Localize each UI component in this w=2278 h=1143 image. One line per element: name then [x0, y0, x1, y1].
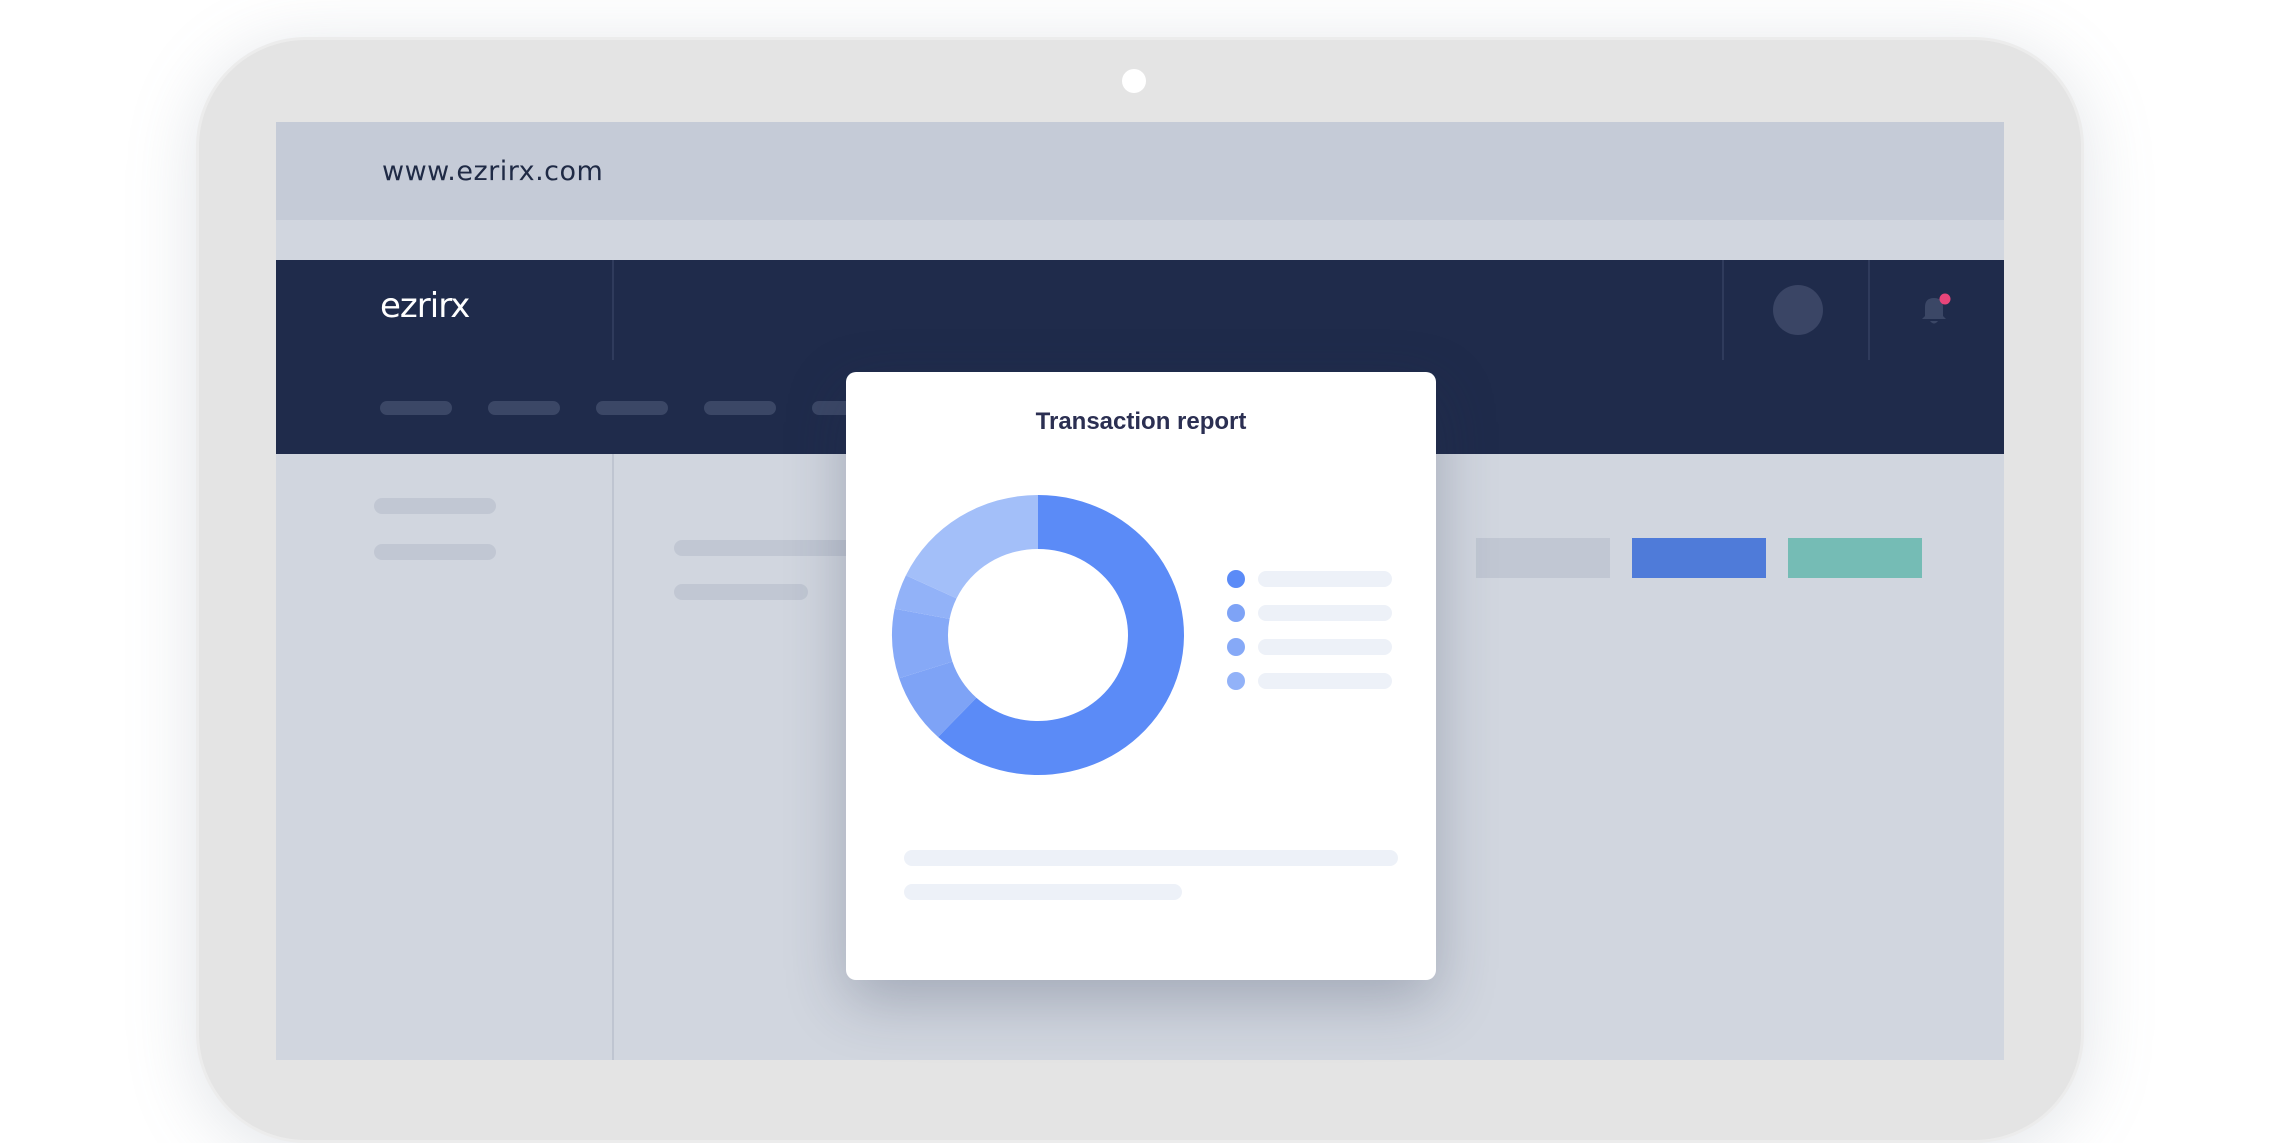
- donut-slice: [905, 495, 1038, 599]
- sidebar-item[interactable]: [374, 498, 496, 514]
- sidebar-item[interactable]: [374, 544, 496, 560]
- donut-slices: [892, 495, 1184, 775]
- notification-dot: [1939, 293, 1951, 305]
- nav-item[interactable]: [380, 401, 452, 415]
- nav-item[interactable]: [488, 401, 560, 415]
- header-divider: [612, 260, 614, 360]
- nav-item[interactable]: [704, 401, 776, 415]
- transaction-report-modal: Transaction report: [846, 372, 1436, 980]
- legend-label-placeholder: [1258, 673, 1392, 689]
- text-placeholder-line: [904, 884, 1182, 900]
- content-subheading-placeholder: [674, 584, 808, 600]
- legend-dot: [1227, 672, 1245, 690]
- legend-dot: [1227, 638, 1245, 656]
- legend-label-placeholder: [1258, 639, 1392, 655]
- camera-dot: [1122, 69, 1146, 93]
- url-text[interactable]: www.ezrirx.com: [382, 156, 603, 187]
- content-heading-placeholder: [674, 540, 854, 556]
- secondary-button[interactable]: [1788, 538, 1922, 578]
- bell-icon[interactable]: [1919, 292, 1953, 328]
- legend-label-placeholder: [1258, 605, 1392, 621]
- avatar[interactable]: [1773, 285, 1823, 335]
- browser-url-bar[interactable]: www.ezrirx.com: [276, 122, 2004, 220]
- header-divider: [1722, 260, 1724, 360]
- primary-button[interactable]: [1632, 538, 1766, 578]
- neutral-button[interactable]: [1476, 538, 1610, 578]
- app-logo[interactable]: ezrirx: [380, 286, 470, 326]
- legend-dot: [1227, 604, 1245, 622]
- header-divider: [1868, 260, 1870, 360]
- nav-item[interactable]: [596, 401, 668, 415]
- legend-dot: [1227, 570, 1245, 588]
- sidebar: [276, 454, 614, 1060]
- modal-title: Transaction report: [1035, 408, 1247, 435]
- text-placeholder-line: [904, 850, 1398, 866]
- donut-chart: [892, 495, 1184, 775]
- app-header: ezrirx: [276, 260, 2004, 361]
- legend-label-placeholder: [1258, 571, 1392, 587]
- browser-tab-strip: [276, 220, 2004, 258]
